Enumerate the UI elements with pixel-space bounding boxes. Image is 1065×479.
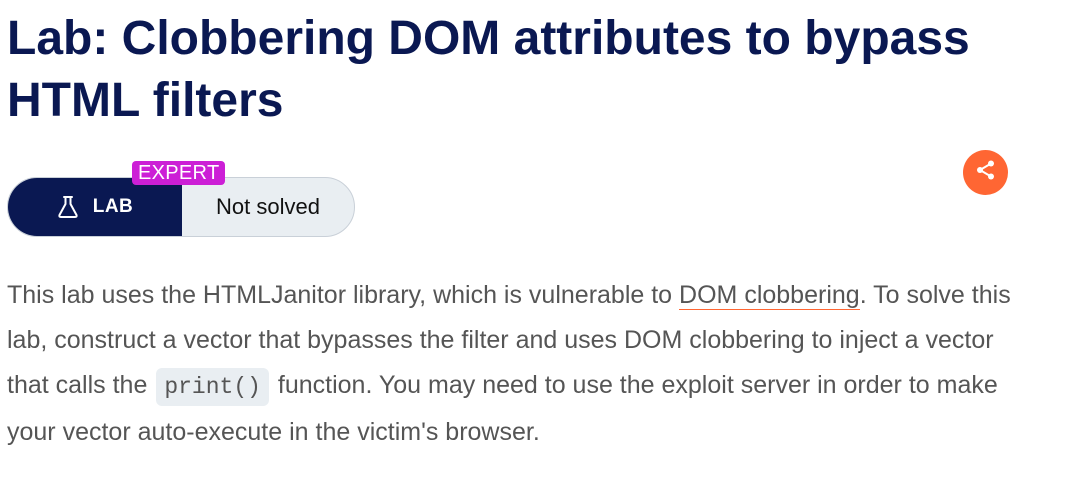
solve-status: Not solved (216, 194, 320, 219)
lab-label-segment: LAB (8, 178, 182, 236)
dom-clobbering-link[interactable]: DOM clobbering (679, 281, 860, 310)
lab-description: This lab uses the HTMLJanitor library, w… (7, 273, 1017, 455)
lab-label: LAB (92, 196, 134, 217)
share-button[interactable] (963, 150, 1008, 195)
page-title: Lab: Clobbering DOM attributes to bypass… (7, 12, 970, 127)
lab-status-badge: LAB Not solved EXPERT (7, 161, 355, 237)
print-code: print() (156, 368, 269, 406)
share-icon (974, 158, 998, 187)
difficulty-tag: EXPERT (132, 161, 226, 185)
description-text-1: This lab uses the HTMLJanitor library, w… (7, 281, 680, 309)
flask-icon (57, 195, 79, 219)
lab-pill: LAB Not solved (7, 177, 355, 237)
